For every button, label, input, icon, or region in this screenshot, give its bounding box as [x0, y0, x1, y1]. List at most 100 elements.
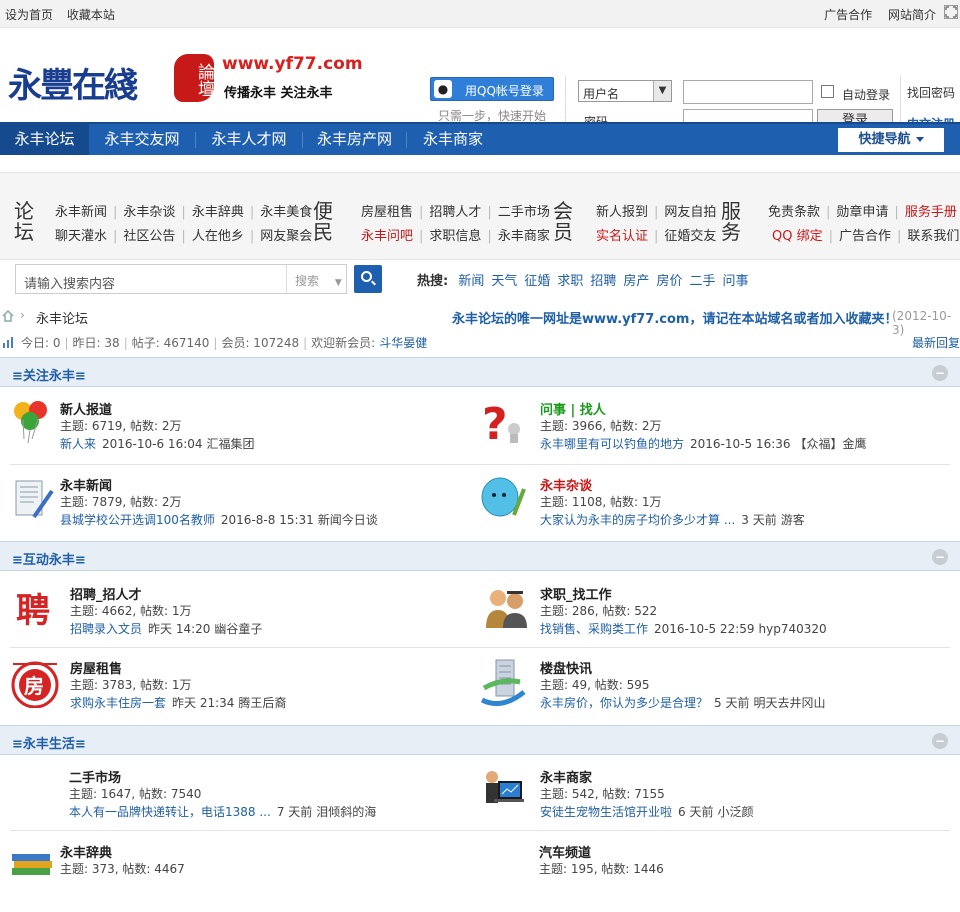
- last-post-link[interactable]: 本人有一品牌快递转让，电话1388 ...: [69, 805, 271, 819]
- link-jobinfo[interactable]: 求职信息: [429, 229, 481, 244]
- link-newcomer[interactable]: 新人报到: [596, 205, 648, 220]
- hot-term[interactable]: 招聘: [590, 274, 616, 289]
- latest-replies-link[interactable]: 最新回复: [912, 334, 960, 351]
- ad-cooperation-link[interactable]: 广告合作: [824, 8, 872, 22]
- last-post-link[interactable]: 大家认为永丰的房子均价多少才算 ...: [540, 513, 735, 527]
- hot-term[interactable]: 天气: [491, 274, 517, 289]
- last-post-link[interactable]: 永丰房价，你认为多少是合理？: [540, 696, 708, 710]
- forum-name[interactable]: 招聘_招人才: [70, 584, 142, 603]
- last-post-user[interactable]: 游客: [781, 513, 805, 527]
- qq-login-button[interactable]: ● 用QQ帐号登录: [430, 77, 554, 101]
- forum-name[interactable]: 新人报道: [60, 399, 112, 418]
- link-abroad[interactable]: 人在他乡: [192, 229, 244, 244]
- link-water[interactable]: 聊天灌水: [55, 229, 107, 244]
- chart-icon: [3, 337, 13, 348]
- bookmark-link[interactable]: 收藏本站: [67, 8, 115, 22]
- last-post-link[interactable]: 招聘录入文员: [70, 622, 142, 636]
- link-food[interactable]: 永丰美食: [260, 205, 312, 220]
- nav-item-forum[interactable]: 永丰论坛: [0, 124, 89, 155]
- forum-name[interactable]: 求职_找工作: [540, 584, 612, 603]
- forum-name[interactable]: 楼盘快讯: [540, 658, 592, 677]
- link-marriage[interactable]: 征婚交友: [664, 229, 716, 244]
- home-icon[interactable]: [2, 310, 14, 322]
- nav-item-dating[interactable]: 永丰交友网: [89, 124, 195, 155]
- svg-text:房: 房: [24, 674, 44, 698]
- search-category-select[interactable]: 搜索 ▼: [286, 265, 346, 293]
- section-title[interactable]: ≡永丰生活≡: [12, 733, 86, 752]
- forgot-password-link[interactable]: 找回密码: [907, 84, 955, 101]
- breadcrumb-current[interactable]: 永丰论坛: [36, 308, 88, 327]
- nav-item-merchants[interactable]: 永丰商家: [407, 124, 499, 155]
- link-merchant[interactable]: 永丰商家: [498, 229, 550, 244]
- nav-item-jobs[interactable]: 永丰人才网: [196, 124, 302, 155]
- last-post-user[interactable]: 泪倾斜的海: [316, 805, 376, 819]
- link-meetup[interactable]: 网友聚会: [260, 229, 312, 244]
- last-post-link[interactable]: 永丰哪里有可以钓鱼的地方: [540, 437, 684, 451]
- last-post-user[interactable]: 腾王后裔: [238, 696, 286, 710]
- last-post-user[interactable]: 新闻今日谈: [318, 513, 378, 527]
- last-post-user[interactable]: 小泛颜: [717, 805, 753, 819]
- last-post-user[interactable]: 汇福集团: [207, 437, 255, 451]
- last-post-user[interactable]: 【众福】金鹰: [795, 437, 867, 451]
- forum-name[interactable]: 永丰商家: [540, 767, 592, 786]
- collapse-icon[interactable]: −: [932, 733, 948, 749]
- link-secondhand[interactable]: 二手市场: [498, 205, 550, 220]
- link-announce[interactable]: 社区公告: [123, 229, 175, 244]
- link-chat[interactable]: 永丰杂谈: [123, 205, 175, 220]
- auto-login-checkbox[interactable]: [821, 85, 834, 98]
- link-selfie[interactable]: 网友自拍: [664, 205, 716, 220]
- last-post-user[interactable]: hyp740320: [759, 622, 827, 636]
- link-manual[interactable]: 服务手册: [905, 205, 957, 220]
- hot-term[interactable]: 求职: [557, 274, 583, 289]
- search-input[interactable]: 请输入搜索内容: [24, 273, 115, 292]
- username-field[interactable]: [683, 80, 813, 104]
- forum-name[interactable]: 问事 | 找人: [540, 399, 606, 418]
- forum-name[interactable]: 永丰杂谈: [540, 475, 592, 494]
- nav-item-housing[interactable]: 永丰房产网: [303, 124, 406, 155]
- hot-term[interactable]: 房价: [656, 274, 682, 289]
- forum-name[interactable]: 二手市场: [69, 767, 121, 786]
- login-type-select[interactable]: 用户名 ▼: [578, 80, 672, 102]
- forum-counts: 主题: 542, 帖数: 7155: [540, 787, 665, 801]
- site-intro-link[interactable]: 网站简介: [888, 8, 936, 22]
- hot-term[interactable]: 房产: [623, 274, 649, 289]
- quick-nav-button[interactable]: 快捷导航: [838, 128, 944, 152]
- last-post-link[interactable]: 安徒生宠物生活馆开业啦: [540, 805, 672, 819]
- link-recruit[interactable]: 招聘人才: [429, 205, 481, 220]
- section-title[interactable]: ≡关注永丰≡: [12, 365, 86, 384]
- forum-name[interactable]: 永丰辞典: [60, 842, 112, 861]
- link-verify[interactable]: 实名认证: [596, 229, 648, 244]
- hot-term[interactable]: 二手: [689, 274, 715, 289]
- link-disclaimer[interactable]: 免责条款: [768, 205, 820, 220]
- last-post-link[interactable]: 找销售、采购类工作: [540, 622, 648, 636]
- link-dict[interactable]: 永丰辞典: [192, 205, 244, 220]
- forum-counts: 主题: 286, 帖数: 522: [540, 604, 658, 618]
- collapse-icon[interactable]: −: [932, 365, 948, 381]
- site-logo[interactable]: 永豐在綫 論壇: [8, 46, 214, 108]
- link-news[interactable]: 永丰新闻: [55, 205, 107, 220]
- house-sale-icon: 房: [11, 661, 59, 708]
- link-housing[interactable]: 房屋租售: [361, 205, 413, 220]
- section-title[interactable]: ≡互动永丰≡: [12, 549, 86, 568]
- last-post-user[interactable]: 幽谷童子: [214, 622, 262, 636]
- hot-term[interactable]: 问事: [722, 274, 748, 289]
- newest-member-link[interactable]: 斗华晏健: [379, 336, 427, 350]
- hot-term[interactable]: 征婚: [524, 274, 550, 289]
- collapse-icon[interactable]: −: [932, 549, 948, 565]
- forum-name[interactable]: 汽车频道: [539, 842, 591, 861]
- link-medal[interactable]: 勋章申请: [836, 205, 888, 220]
- link-ask[interactable]: 永丰问吧: [361, 229, 413, 244]
- last-post-link[interactable]: 新人来: [60, 437, 96, 451]
- link-contact[interactable]: 联系我们: [907, 229, 959, 244]
- last-post-user[interactable]: 明天去井冈山: [753, 696, 825, 710]
- hot-term[interactable]: 新闻: [458, 274, 484, 289]
- link-qq-bind[interactable]: QQ 绑定: [772, 229, 823, 244]
- expand-icon[interactable]: [944, 5, 958, 19]
- last-post-link[interactable]: 县城学校公开选调100名教师: [60, 513, 215, 527]
- last-post-link[interactable]: 求购永丰住房一套: [70, 696, 166, 710]
- forum-name[interactable]: 房屋租售: [70, 658, 122, 677]
- search-button[interactable]: [354, 265, 382, 293]
- link-ads[interactable]: 广告合作: [839, 229, 891, 244]
- set-homepage-link[interactable]: 设为首页: [5, 8, 53, 22]
- forum-name[interactable]: 永丰新闻: [60, 475, 112, 494]
